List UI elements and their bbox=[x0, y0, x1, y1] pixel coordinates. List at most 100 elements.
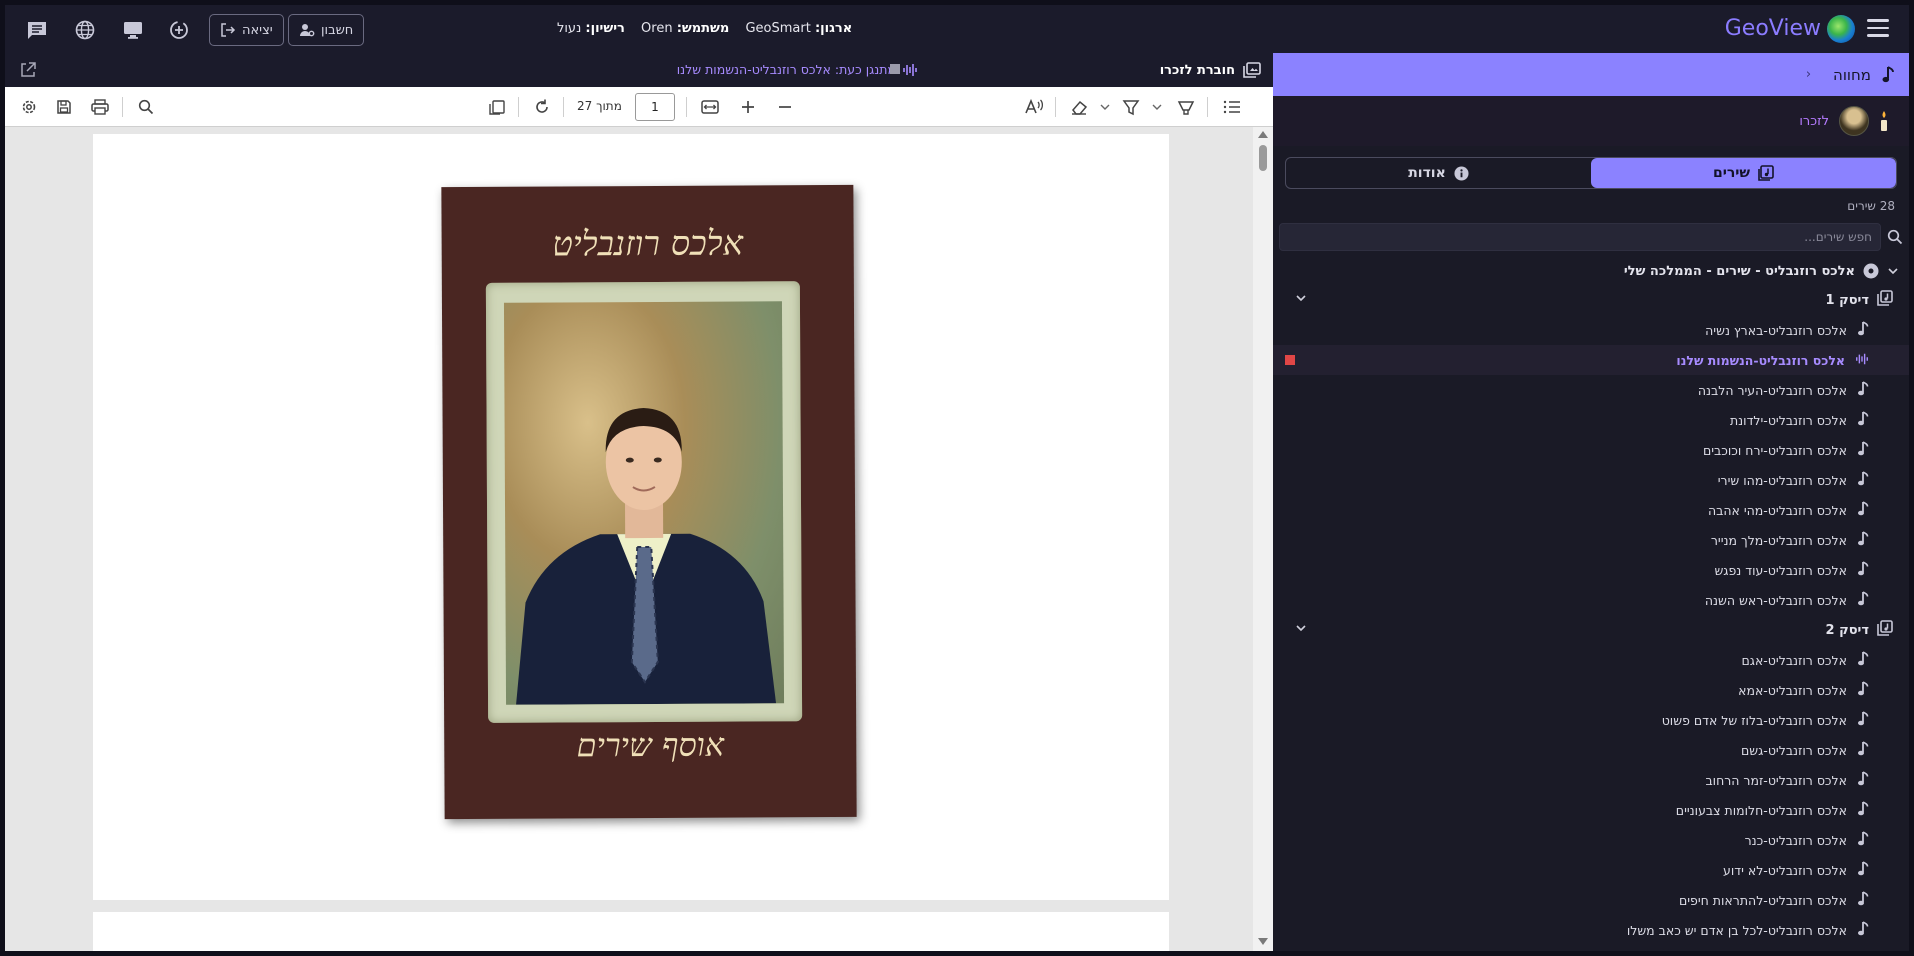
chevron-down-icon[interactable] bbox=[1887, 265, 1899, 277]
list-item[interactable]: אלכס רוזנבליט-אמא bbox=[1273, 675, 1909, 705]
songs-panel: מחווה ‹ לזכרו שירים אודות 28 שירים אלכס … bbox=[1273, 53, 1909, 951]
license-value: נעול bbox=[557, 21, 582, 36]
tab-songs[interactable]: שירים bbox=[1591, 158, 1896, 188]
music-note-icon bbox=[1857, 830, 1869, 850]
list-item[interactable]: אלכס רוזנבליט-זמר הרחוב bbox=[1273, 765, 1909, 795]
list-item[interactable]: אלכס רוזנבליט-מהו שירי bbox=[1273, 465, 1909, 495]
pdf-toolbar: מתוך 27 bbox=[5, 87, 1273, 127]
music-note-icon bbox=[1857, 770, 1869, 790]
music-note-icon bbox=[1857, 530, 1869, 550]
chevron-left-icon[interactable]: ‹ bbox=[1806, 67, 1811, 82]
chevron-down-icon[interactable] bbox=[1295, 292, 1307, 308]
user-label: משתמש: bbox=[676, 21, 730, 36]
song-count: 28 שירים bbox=[1847, 199, 1895, 213]
list-item[interactable]: אלכס רוזנבליט-עוד נפגש bbox=[1273, 555, 1909, 585]
music-note-icon bbox=[1857, 710, 1869, 730]
disc-group-2[interactable]: דיסק 2 bbox=[1273, 615, 1909, 645]
stop-song-button[interactable] bbox=[1285, 355, 1295, 365]
scroll-up-arrow-icon[interactable] bbox=[1258, 131, 1268, 138]
menu-icon[interactable] bbox=[1867, 19, 1889, 37]
page-number-input[interactable] bbox=[635, 93, 675, 121]
list-item[interactable]: אלכס רוזנבליט-מלך מנייר bbox=[1273, 525, 1909, 555]
song-title: אלכס רוזנבליט-עוד נפגש bbox=[1714, 562, 1847, 578]
spread-view-icon[interactable] bbox=[486, 96, 508, 118]
stop-playback-button[interactable] bbox=[890, 64, 900, 74]
song-title: אלכס רוזנבליט-ראש השנה bbox=[1704, 592, 1847, 608]
list-item[interactable]: אלכס רוזנבליט-בארץ נשיה bbox=[1273, 315, 1909, 345]
account-button[interactable]: חשבון bbox=[288, 14, 365, 46]
fit-width-icon[interactable] bbox=[699, 96, 721, 118]
list-item[interactable]: אלכס רוזנבליט-העיר הלבנה bbox=[1273, 375, 1909, 405]
logout-button[interactable]: יציאה bbox=[209, 14, 284, 46]
disc-group-1[interactable]: דיסק 1 bbox=[1273, 285, 1909, 315]
list-item[interactable]: אלכס רוזנבליט-ירח וכוכבים bbox=[1273, 435, 1909, 465]
avatar bbox=[1839, 106, 1869, 136]
album-root[interactable]: אלכס רוזנבליט - שירים - הממלכה שלי bbox=[1273, 257, 1909, 285]
language-globe-icon[interactable] bbox=[72, 17, 98, 43]
tab-about[interactable]: אודות bbox=[1286, 158, 1591, 188]
draw-icon[interactable] bbox=[1175, 96, 1197, 118]
memorial-row: לזכרו bbox=[1273, 96, 1909, 146]
eraser-options-chevron-icon[interactable] bbox=[1094, 96, 1116, 118]
monitor-icon[interactable] bbox=[120, 17, 146, 43]
disc-label: דיסק 2 bbox=[1825, 622, 1869, 638]
list-item[interactable]: אלכס רוזנבליט-בלוז של אדם פשוט bbox=[1273, 705, 1909, 735]
music-note-icon bbox=[1857, 680, 1869, 700]
list-item[interactable]: אלכס רוזנבליט-מהי אהבה bbox=[1273, 495, 1909, 525]
music-note-icon bbox=[1857, 470, 1869, 490]
session-info: ארגון: GeoSmart משתמש: Oren רישיון: נעול bbox=[545, 21, 852, 36]
song-title: אלכס רוזנבליט-העיר הלבנה bbox=[1697, 382, 1847, 398]
music-note-icon bbox=[1857, 590, 1869, 610]
document-title: חוברת לזכרו bbox=[1160, 62, 1261, 78]
text-read-aloud-icon[interactable] bbox=[1023, 96, 1045, 118]
ai-assist-icon[interactable] bbox=[166, 17, 192, 43]
photo-frame bbox=[485, 281, 803, 723]
song-title: אלכס רוזנבליט-להתראות חיפים bbox=[1678, 892, 1847, 908]
search-icon[interactable] bbox=[1887, 229, 1903, 245]
song-title: אלכס רוזנבליט-מהו שירי bbox=[1717, 472, 1847, 488]
highlighter-options-chevron-icon[interactable] bbox=[1146, 96, 1168, 118]
list-item[interactable]: אלכס רוזנבליט-ילדונת bbox=[1273, 405, 1909, 435]
list-item[interactable]: אלכס רוזנבליט-כנר bbox=[1273, 825, 1909, 855]
pdf-page-next bbox=[93, 912, 1169, 951]
sidebar-toggle-icon[interactable] bbox=[1221, 96, 1243, 118]
list-item[interactable]: אלכס רוזנבליט-לא ידוע bbox=[1273, 855, 1909, 885]
music-note-icon bbox=[1857, 410, 1869, 430]
print-icon[interactable] bbox=[89, 96, 111, 118]
external-link-icon[interactable] bbox=[19, 61, 37, 79]
pdf-page: אלכס רוזנבליט אוסף שירים bbox=[93, 134, 1169, 900]
music-note-icon bbox=[1857, 890, 1869, 910]
song-title: אלכס רוזנבליט-ילדונת bbox=[1729, 412, 1847, 428]
save-icon[interactable] bbox=[53, 96, 75, 118]
zoom-in-icon[interactable] bbox=[737, 96, 759, 118]
list-item[interactable]: אלכס רוזנבליט-לכל בן אדם יש כאב משלו bbox=[1273, 915, 1909, 945]
top-bar: GeoView ארגון: GeoSmart משתמש: Oren רישי… bbox=[5, 5, 1909, 53]
list-item[interactable]: אלכס רוזנבליט-אגם bbox=[1273, 645, 1909, 675]
rotate-icon[interactable] bbox=[531, 96, 553, 118]
eraser-icon[interactable] bbox=[1068, 96, 1090, 118]
list-item[interactable]: אלכס רוזנבליט-גשם bbox=[1273, 735, 1909, 765]
music-note-icon bbox=[1857, 500, 1869, 520]
viewer-scrollbar[interactable] bbox=[1253, 127, 1273, 951]
song-title: אלכס רוזנבליט-אגם bbox=[1741, 652, 1848, 668]
scroll-thumb[interactable] bbox=[1259, 145, 1267, 171]
list-item[interactable]: אלכס רוזנבליט-חלומות צבעוניים bbox=[1273, 795, 1909, 825]
search-document-icon[interactable] bbox=[135, 96, 157, 118]
settings-gear-icon[interactable] bbox=[18, 96, 40, 118]
chevron-down-icon[interactable] bbox=[1295, 622, 1307, 638]
scroll-down-arrow-icon[interactable] bbox=[1258, 938, 1268, 945]
list-item-playing[interactable]: אלכס רוזנבליט-הנשמות שלנו bbox=[1273, 345, 1909, 375]
panel-header[interactable]: מחווה ‹ bbox=[1273, 53, 1909, 96]
info-icon bbox=[1454, 165, 1469, 181]
list-item[interactable]: אלכס רוזנבליט-להתראות חיפים bbox=[1273, 885, 1909, 915]
zoom-out-icon[interactable] bbox=[774, 96, 796, 118]
chat-icon[interactable] bbox=[24, 17, 50, 43]
list-item[interactable]: אלכס רוזנבליט-ראש השנה bbox=[1273, 585, 1909, 615]
disc-icon bbox=[1877, 290, 1893, 310]
music-note-icon bbox=[1857, 920, 1869, 940]
highlighter-icon[interactable] bbox=[1120, 96, 1142, 118]
music-note-icon bbox=[1857, 320, 1869, 340]
document-pages[interactable]: אלכס רוזנבליט אוסף שירים bbox=[5, 127, 1253, 951]
org-value: GeoSmart bbox=[745, 21, 811, 36]
song-search-input[interactable] bbox=[1279, 223, 1881, 251]
